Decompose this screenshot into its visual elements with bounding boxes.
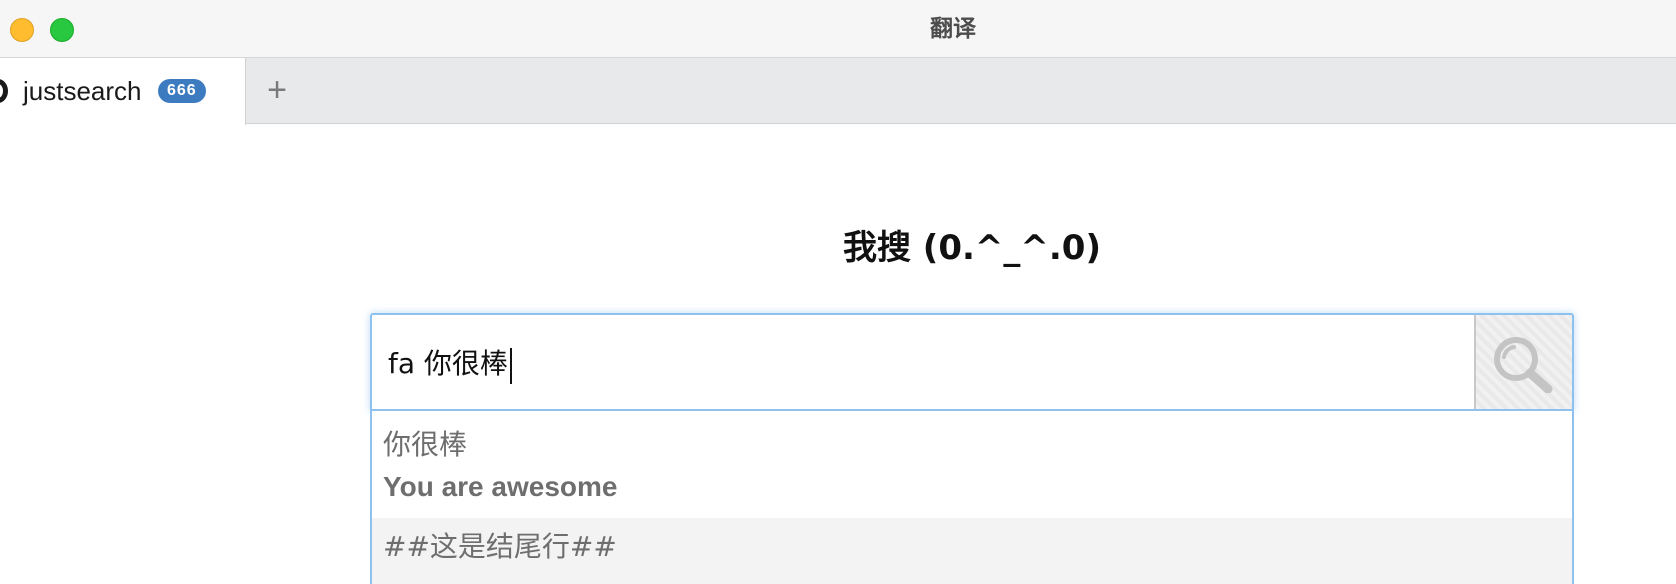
search-box — [370, 313, 1574, 411]
tab-label: justsearch — [23, 76, 142, 106]
text-caret — [509, 348, 512, 384]
new-tab-button[interactable]: + — [262, 70, 292, 110]
search-input[interactable] — [372, 315, 1475, 409]
page-heading: 我搜 (0.^_^.0) — [842, 228, 1102, 268]
window-title: 翻译 — [930, 16, 976, 42]
suggestion-item[interactable]: 你很棒 — [372, 423, 1572, 463]
suggestion-item[interactable]: You are awesome — [372, 471, 1572, 503]
suggestion-dropdown: 你很棒 You are awesome ##这是结尾行## — [370, 411, 1574, 584]
tab-strip: justsearch 666 + — [0, 58, 1676, 125]
tab-badge: 666 — [158, 79, 206, 103]
tab-justsearch[interactable]: justsearch 666 — [0, 58, 246, 125]
title-bar: 翻译 — [0, 0, 1676, 58]
favicon-icon — [0, 79, 8, 103]
magnifier-icon — [1494, 337, 1553, 393]
suggestion-item[interactable]: ##这是结尾行## — [372, 518, 1572, 584]
search-button[interactable] — [1474, 315, 1572, 409]
